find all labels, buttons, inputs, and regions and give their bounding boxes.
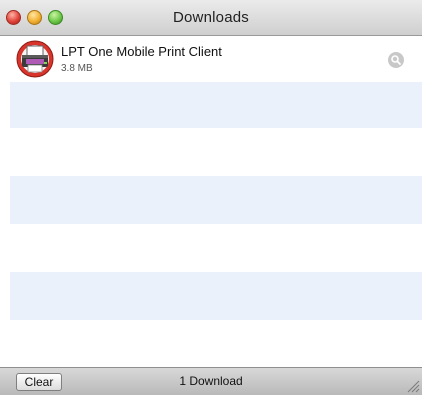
list-row (10, 320, 422, 367)
bottom-bar: Clear 1 Download (0, 367, 422, 395)
downloads-window: Downloads LPT One Mobile Print Client 3.… (0, 0, 422, 395)
list-row (10, 128, 422, 176)
list-margin (0, 36, 10, 367)
download-size: 3.8 MB (61, 63, 93, 74)
downloads-list[interactable]: LPT One Mobile Print Client 3.8 MB (10, 36, 422, 367)
title-bar[interactable]: Downloads (0, 0, 422, 36)
list-row[interactable]: LPT One Mobile Print Client 3.8 MB (10, 36, 422, 84)
printer-app-icon (16, 40, 54, 78)
download-count-status: 1 Download (179, 374, 243, 388)
list-row (10, 224, 422, 272)
list-row (10, 82, 422, 130)
list-row (10, 176, 422, 224)
resize-grip-icon[interactable] (406, 379, 420, 393)
download-name: LPT One Mobile Print Client (61, 44, 222, 59)
list-row (10, 272, 422, 320)
magnifier-icon[interactable] (388, 52, 404, 68)
window-title: Downloads (172, 9, 249, 26)
